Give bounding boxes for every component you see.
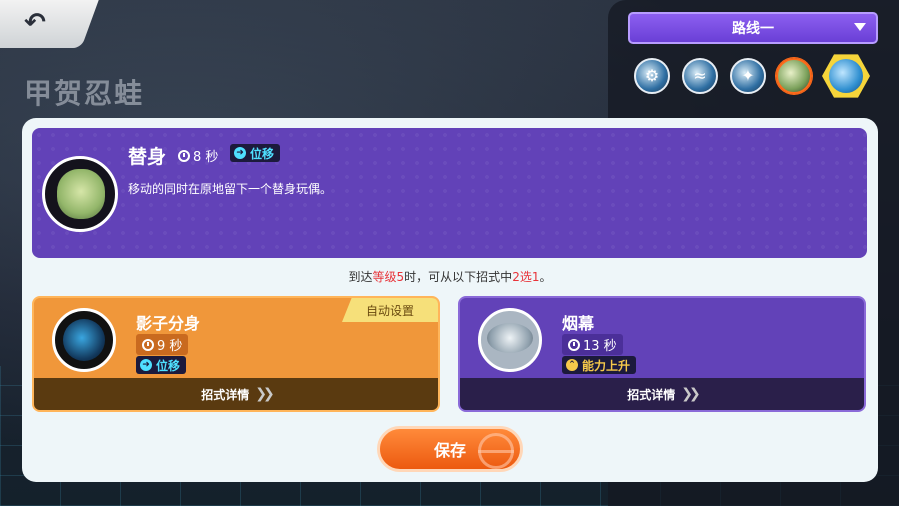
move-select-modal: 替身 8 秒 ➜ 位移 移动的同时在原地留下一个替身玩偶。 到达等级5时，可从以… [22,118,878,482]
skill-wave-icon[interactable]: ≈ [682,58,718,94]
option-tag-label: 位移 [156,358,181,373]
upgrade-suffix: 。 [539,270,552,284]
double-chevron-right-icon: ❯❯ [255,386,275,402]
clock-icon [142,338,154,351]
option-tag: ⌃ 能力上升 [562,356,637,374]
option-card-smokescreen[interactable]: 烟幕 13 秒 ⌃ 能力上升 招式详情 ❯❯ [458,296,866,412]
smokescreen-portrait-icon [478,308,542,372]
current-move-tag-label: 位移 [250,146,275,161]
shadow-clone-portrait-icon [52,308,116,372]
skill-water-shuriken-icon[interactable]: ✦ [730,58,766,94]
dash-arrow-icon: ➜ [234,147,246,159]
stat-up-icon: ⌃ [566,359,578,371]
route-dropdown[interactable]: 路线一 [628,12,878,44]
option-tag-label: 能力上升 [582,358,631,373]
clock-icon [568,338,580,351]
save-button-label: 保存 [433,441,466,460]
route-selected-label: 路线一 [732,21,774,37]
auto-set-badge: 自动设置 [342,298,438,322]
clock-icon [178,149,190,162]
save-button[interactable]: 保存 [377,426,523,472]
upgrade-middle: 时，可从以下招式中 [404,270,513,284]
option-card-shadow-clone[interactable]: 影子分身 9 秒 ➜ 位移 自动设置 招式详情 ❯❯ [32,296,440,412]
upgrade-choice: 2选1 [512,270,540,284]
upgrade-hint: 到达等级5时，可从以下招式中2选1。 [22,268,878,285]
option-cooldown: 13 秒 [562,334,623,355]
current-move-cooldown-value: 8 秒 [193,150,219,165]
upgrade-level: 等级5 [372,270,405,284]
double-chevron-right-icon: ❯❯ [681,386,701,402]
chevron-down-icon [854,23,866,31]
option-cooldown: 9 秒 [136,334,189,355]
option-name: 烟幕 [562,314,595,333]
move-detail-label: 招式详情 [201,387,250,402]
option-tag: ➜ 位移 [136,356,187,374]
back-arrow-icon[interactable]: ↶ [18,8,52,38]
skill-gear-icon[interactable]: ⚙ [634,58,670,94]
dash-arrow-icon: ➜ [140,359,152,371]
page-title: 甲贺忍蛙 [24,77,145,110]
current-move-cooldown: 8 秒 [178,146,218,165]
substitute-portrait-icon [42,156,118,232]
option-cooldown-value: 9 秒 [157,339,183,354]
current-move-description: 移动的同时在原地留下一个替身玩偶。 [128,182,333,196]
upgrade-prefix: 到达 [348,270,373,284]
option-name: 影子分身 [136,314,201,333]
current-move-card: 替身 8 秒 ➜ 位移 移动的同时在原地留下一个替身玩偶。 [32,128,867,258]
skill-substitute-icon[interactable] [776,58,812,94]
option-cooldown-value: 13 秒 [583,339,617,354]
move-detail-button[interactable]: 招式详情 ❯❯ [34,378,438,410]
current-move-name: 替身 [128,146,167,168]
pokeball-icon [478,433,514,469]
move-detail-button[interactable]: 招式详情 ❯❯ [460,378,864,410]
move-detail-label: 招式详情 [627,387,676,402]
current-move-tag: ➜ 位移 [230,144,281,162]
